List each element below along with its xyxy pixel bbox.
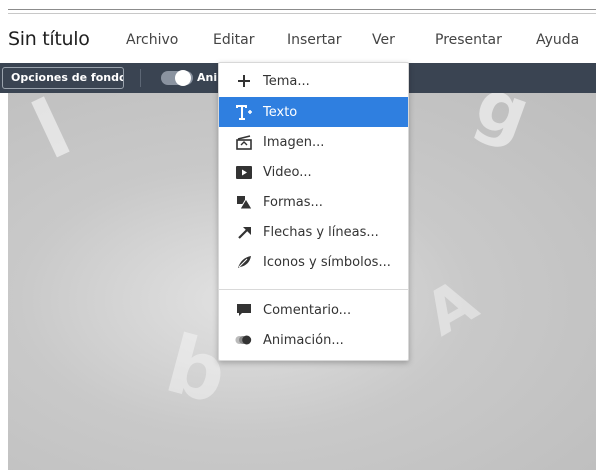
video-icon [235,163,253,181]
menu-ayuda[interactable]: Ayuda [536,32,579,48]
comment-icon [235,301,253,319]
insert-item-flechas[interactable]: Flechas y líneas... [219,217,408,247]
watermark-shape: g [465,93,541,157]
insert-item-video[interactable]: Video... [219,157,408,187]
insert-item-texto[interactable]: Texto [219,97,408,127]
image-icon [235,133,253,151]
animation-toggle-label: Animación [197,71,217,84]
animation-toggle[interactable] [161,70,193,86]
insert-item-label: Texto [263,104,298,120]
document-title[interactable]: Sin título [8,28,90,50]
arrow-icon [235,223,253,241]
menu-editar[interactable]: Editar [213,32,254,48]
insert-item-imagen[interactable]: Imagen... [219,127,408,157]
watermark-shape: l [19,93,84,178]
menu-ver[interactable]: Ver [372,32,395,48]
insert-dropdown-menu: Tema... Texto Imagen... Video... Formas.… [218,62,409,361]
watermark-shape: A [413,266,489,350]
animation-icon [235,331,253,349]
insert-item-label: Iconos y símbolos... [263,254,391,270]
insert-item-formas[interactable]: Formas... [219,187,408,217]
insert-item-label: Formas... [263,194,323,210]
menu-archivo[interactable]: Archivo [126,32,178,48]
insert-item-label: Comentario... [263,302,352,318]
menu-insertar[interactable]: Insertar [287,32,342,48]
toggle-knob [175,70,191,86]
insert-item-comentario[interactable]: Comentario... [219,295,408,325]
menu-separator [219,289,408,290]
insert-item-animacion[interactable]: Animación... [219,325,408,355]
insert-item-label: Imagen... [263,134,325,150]
menubar: Sin título Archivo Editar Insertar Ver P… [0,14,596,63]
insert-item-tema[interactable]: Tema... [219,66,408,96]
leaf-icon [235,253,253,271]
menu-presentar[interactable]: Presentar [435,32,502,48]
insert-item-label: Animación... [263,332,344,348]
insert-item-label: Tema... [263,73,310,89]
background-options-button[interactable]: Opciones de fondo [2,67,124,89]
insert-item-iconos[interactable]: Iconos y símbolos... [219,247,408,277]
toolbar-divider [140,69,141,87]
top-rule [8,9,596,10]
insert-item-label: Video... [263,164,312,180]
plus-icon [235,72,253,90]
insert-item-label: Flechas y líneas... [263,224,379,240]
shapes-icon [235,193,253,211]
text-icon [235,103,253,121]
